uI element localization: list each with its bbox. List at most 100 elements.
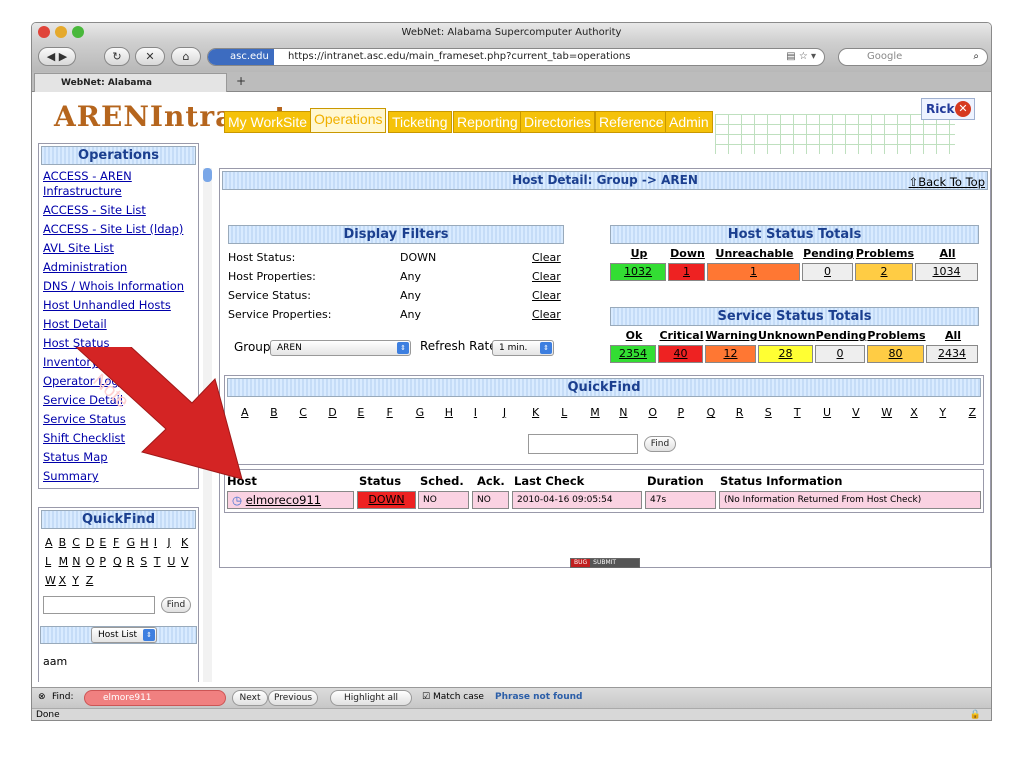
sidebar-letter-l[interactable]: L (45, 555, 51, 568)
table-row[interactable]: ◷ elmoreco911 (227, 491, 354, 509)
quickfind-letter-x[interactable]: X (910, 406, 918, 419)
sidebar-letter-q[interactable]: Q (113, 555, 122, 568)
close-window-button[interactable] (38, 26, 50, 38)
sidebar-letter-c[interactable]: C (72, 536, 80, 549)
sidebar-item-access-aren[interactable]: ACCESS - AREN Infrastructure (39, 167, 198, 201)
filter-clear-link[interactable]: Clear (532, 308, 561, 321)
quickfind-letter-w[interactable]: W (881, 406, 892, 419)
sidebar-item-service-detail[interactable]: Service Detail (39, 391, 198, 410)
sidebar-letter-r[interactable]: R (127, 555, 135, 568)
sidebar-letter-b[interactable]: B (59, 536, 67, 549)
sidebar-scrollbar[interactable] (203, 168, 212, 682)
quickfind-letter-f[interactable]: F (387, 406, 393, 419)
sidebar-letter-p[interactable]: P (99, 555, 106, 568)
quickfind-letter-v[interactable]: V (852, 406, 860, 419)
service_totals-value-cell[interactable]: 0 (815, 345, 865, 363)
host_totals-value-cell[interactable]: 1032 (610, 263, 666, 281)
sidebar-item-host-status[interactable]: Host Status (39, 334, 198, 353)
sidebar-item-access-site-list[interactable]: ACCESS - Site List (39, 201, 198, 220)
rss-star-icon[interactable]: ▤ ☆ ▾ (786, 49, 816, 65)
sidebar-letter-x[interactable]: X (59, 574, 67, 587)
sidebar-item-access-site-list-ldap[interactable]: ACCESS - Site List (ldap) (39, 220, 198, 239)
sidebar-item-dns-whois[interactable]: DNS / Whois Information (39, 277, 198, 296)
reload-icon[interactable]: ↻ (104, 47, 130, 66)
service_totals-value-cell[interactable]: 12 (705, 345, 756, 363)
quickfind-letter-p[interactable]: P (678, 406, 685, 419)
sidebar-letter-o[interactable]: O (86, 555, 95, 568)
sidebar-letter-e[interactable]: E (99, 536, 106, 549)
service_totals-header[interactable]: Critical (658, 329, 705, 342)
quickfind-letter-e[interactable]: E (357, 406, 364, 419)
sidebar-letter-t[interactable]: T (154, 555, 161, 568)
sidebar-find-button[interactable]: Find (161, 597, 191, 613)
host_totals-header[interactable]: Pending (802, 247, 855, 260)
find-input[interactable]: elmore911 (84, 690, 226, 706)
service_totals-value-cell[interactable]: 80 (867, 345, 924, 363)
host_totals-header[interactable]: Down (668, 247, 707, 260)
sidebar-item-administration[interactable]: Administration (39, 258, 198, 277)
sidebar-item-inventory[interactable]: Inventory (39, 353, 198, 372)
service_totals-header[interactable]: Warning (705, 329, 758, 342)
quickfind-letter-a[interactable]: A (241, 406, 249, 419)
sidebar-letter-i[interactable]: I (154, 536, 157, 549)
quickfind-letter-y[interactable]: Y (939, 406, 946, 419)
quickfind-letter-k[interactable]: K (532, 406, 539, 419)
back-forward-button[interactable]: ◀ ▶ (38, 47, 76, 66)
sidebar-letter-k[interactable]: K (181, 536, 188, 549)
quickfind-input[interactable] (528, 434, 638, 454)
host-list-item[interactable]: aam (43, 655, 67, 668)
sidebar-letter-d[interactable]: D (86, 536, 94, 549)
tab-my-worksite[interactable]: My WorkSite (224, 111, 312, 133)
sidebar-item-operator-log[interactable]: Operator Log (39, 372, 198, 391)
sidebar-item-status-map[interactable]: Status Map (39, 448, 198, 467)
service_totals-value-cell[interactable]: 2434 (926, 345, 978, 363)
sidebar-letter-s[interactable]: S (140, 555, 147, 568)
quickfind-letter-z[interactable]: Z (969, 406, 977, 419)
minimize-window-button[interactable] (55, 26, 67, 38)
service_totals-value-cell[interactable]: 40 (658, 345, 703, 363)
close-find-icon[interactable]: ⊗ (38, 692, 46, 702)
quickfind-letter-j[interactable]: J (503, 406, 506, 419)
tab-directories[interactable]: Directories (520, 111, 595, 133)
quickfind-letter-i[interactable]: I (474, 406, 477, 419)
host_totals-value-cell[interactable]: 1 (668, 263, 705, 281)
sidebar-letter-a[interactable]: A (45, 536, 53, 549)
user-logout-button[interactable]: Rick ✕ (921, 98, 975, 120)
sidebar-item-shift-checklist[interactable]: Shift Checklist (39, 429, 198, 448)
sidebar-item-host-detail[interactable]: Host Detail (39, 315, 198, 334)
address-bar[interactable]: asc.edu https://intranet.asc.edu/main_fr… (207, 48, 825, 66)
service_totals-header[interactable]: Ok (610, 329, 658, 342)
bug-submit-button[interactable]: BUG SUBMIT (570, 558, 640, 568)
quickfind-letter-u[interactable]: U (823, 406, 831, 419)
new-tab-button[interactable]: + (236, 74, 246, 88)
host_totals-header[interactable]: Unreachable (707, 247, 802, 260)
search-icon[interactable]: ⌕ (973, 49, 979, 65)
service_totals-value-cell[interactable]: 28 (758, 345, 813, 363)
match-case-checkbox[interactable]: ☑ Match case (422, 692, 484, 702)
quickfind-letter-b[interactable]: B (270, 406, 278, 419)
quickfind-letter-h[interactable]: H (445, 406, 453, 419)
highlight-all-button[interactable]: Highlight all (330, 690, 412, 706)
service_totals-header[interactable]: Problems (867, 329, 926, 342)
sidebar-letter-j[interactable]: J (167, 536, 170, 549)
search-box[interactable]: Google ⌕ (838, 48, 988, 66)
host-name-link[interactable]: elmoreco911 (246, 493, 321, 507)
scrollbar-thumb[interactable] (203, 168, 212, 182)
quickfind-letter-m[interactable]: M (590, 406, 600, 419)
host_totals-header[interactable]: Problems (855, 247, 915, 260)
tab-ticketing[interactable]: Ticketing (388, 111, 452, 133)
sidebar-letter-h[interactable]: H (140, 536, 148, 549)
sidebar-item-avl-site-list[interactable]: AVL Site List (39, 239, 198, 258)
quickfind-letter-o[interactable]: O (648, 406, 657, 419)
sidebar-letter-n[interactable]: N (72, 555, 80, 568)
sidebar-quickfind-input[interactable] (43, 596, 155, 614)
service_totals-header[interactable]: Pending (815, 329, 867, 342)
sidebar-letter-m[interactable]: M (59, 555, 69, 568)
tab-reference[interactable]: Reference (595, 111, 668, 133)
sidebar-letter-z[interactable]: Z (86, 574, 94, 587)
group-select[interactable]: AREN ⇕ (270, 340, 411, 356)
service_totals-header[interactable]: All (926, 329, 980, 342)
quickfind-letter-l[interactable]: L (561, 406, 567, 419)
filter-clear-link[interactable]: Clear (532, 270, 561, 283)
service_totals-value-cell[interactable]: 2354 (610, 345, 656, 363)
